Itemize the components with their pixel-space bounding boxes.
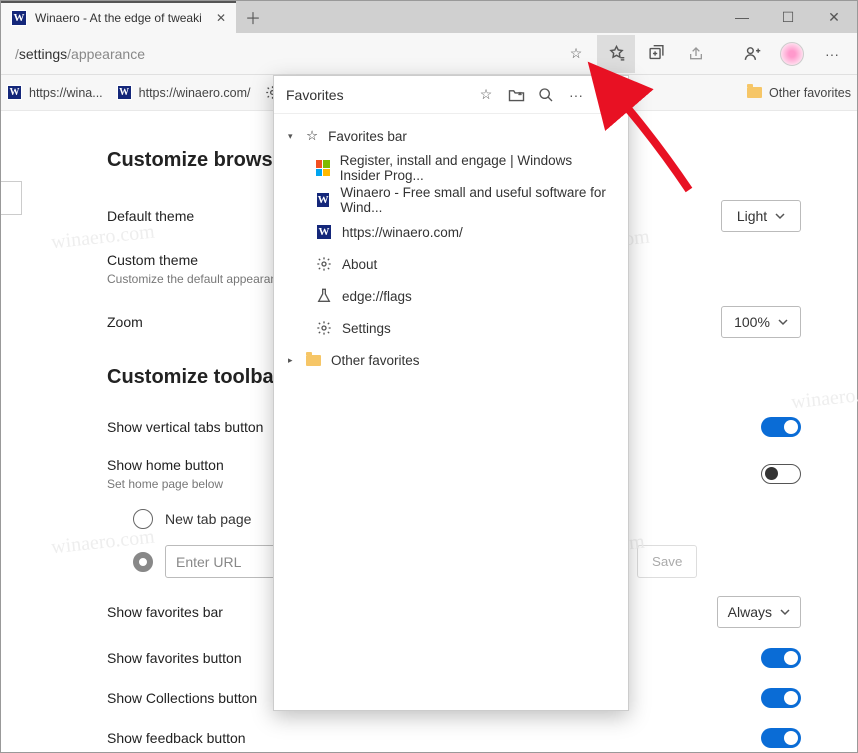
star-icon: ☆ [306, 128, 318, 144]
person-icon[interactable] [733, 35, 771, 73]
home-button-toggle[interactable] [761, 464, 801, 484]
setting-label: Show feedback button [107, 730, 761, 746]
zoom-select[interactable]: 100% [721, 306, 801, 338]
share-icon[interactable] [677, 35, 715, 73]
favorite-item[interactable]: edge://flags [274, 280, 628, 312]
gear-icon [316, 256, 332, 272]
add-folder-icon[interactable] [506, 88, 526, 102]
url-radio[interactable] [133, 552, 153, 572]
other-favorites-folder[interactable]: ▸ Other favorites [274, 344, 628, 376]
profile-avatar[interactable] [773, 35, 811, 73]
tab-title: Winaero - At the edge of tweaki [35, 11, 202, 25]
caret-right-icon: ▸ [288, 355, 296, 366]
favorite-item[interactable]: W https://winaero.com/ [274, 216, 628, 248]
favorites-bar-select[interactable]: Always [717, 596, 801, 628]
search-icon[interactable] [536, 87, 556, 103]
new-tab-button[interactable]: ＋ [236, 1, 270, 33]
close-tab-icon[interactable]: ✕ [216, 11, 226, 25]
favorite-item[interactable]: About [274, 248, 628, 280]
browser-tab[interactable]: W Winaero - At the edge of tweaki ✕ [1, 1, 236, 33]
pin-icon[interactable] [596, 87, 616, 103]
other-favorites-folder[interactable]: Other favorites [747, 86, 851, 100]
address-bar[interactable]: /settings/appearance [7, 39, 153, 69]
favorites-title: Favorites [286, 87, 466, 103]
favorite-item[interactable]: W Winaero - Free small and useful softwa… [274, 184, 628, 216]
favorites-popup: Favorites ☆ ··· ▾ ☆ Favorites bar Regist… [273, 75, 629, 711]
bookmark-item[interactable]: Whttps://winaero.com/ [117, 85, 251, 100]
winaero-favicon: W [316, 192, 330, 208]
winaero-favicon: W [316, 224, 332, 240]
collections-icon[interactable] [637, 35, 675, 73]
minimize-button[interactable]: — [719, 1, 765, 33]
folder-icon [306, 355, 321, 366]
chevron-down-icon [778, 317, 788, 327]
add-favorite-icon[interactable]: ☆ [476, 86, 496, 103]
address-bar-row: /settings/appearance ☆ ··· [1, 33, 857, 75]
folder-icon [747, 87, 762, 98]
flask-icon [316, 288, 332, 304]
collections-toggle[interactable] [761, 688, 801, 708]
more-icon[interactable]: ··· [566, 87, 586, 103]
favorites-bar-folder[interactable]: ▾ ☆ Favorites bar [274, 120, 628, 152]
favorite-item[interactable]: Register, install and engage | Windows I… [274, 152, 628, 184]
vertical-tabs-toggle[interactable] [761, 417, 801, 437]
new-tab-radio[interactable] [133, 509, 153, 529]
maximize-button[interactable]: ☐ [765, 1, 811, 33]
radio-label: New tab page [165, 511, 251, 527]
favorite-item[interactable]: Settings [274, 312, 628, 344]
save-button[interactable]: Save [637, 545, 697, 578]
favorite-star-icon[interactable]: ☆ [557, 35, 595, 73]
favorites-list-icon[interactable] [597, 35, 635, 73]
chevron-down-icon [780, 607, 790, 617]
chevron-down-icon [775, 211, 785, 221]
microsoft-icon [316, 160, 330, 176]
theme-select[interactable]: Light [721, 200, 801, 232]
gear-icon [316, 320, 332, 336]
feedback-toggle[interactable] [761, 728, 801, 748]
close-window-button[interactable]: ✕ [811, 1, 857, 33]
bookmark-item[interactable]: Whttps://wina... [7, 85, 103, 100]
caret-down-icon: ▾ [288, 131, 296, 142]
menu-icon[interactable]: ··· [813, 35, 851, 73]
favorites-button-toggle[interactable] [761, 648, 801, 668]
title-bar: W Winaero - At the edge of tweaki ✕ ＋ — … [1, 1, 857, 33]
winaero-favicon: W [11, 10, 27, 26]
